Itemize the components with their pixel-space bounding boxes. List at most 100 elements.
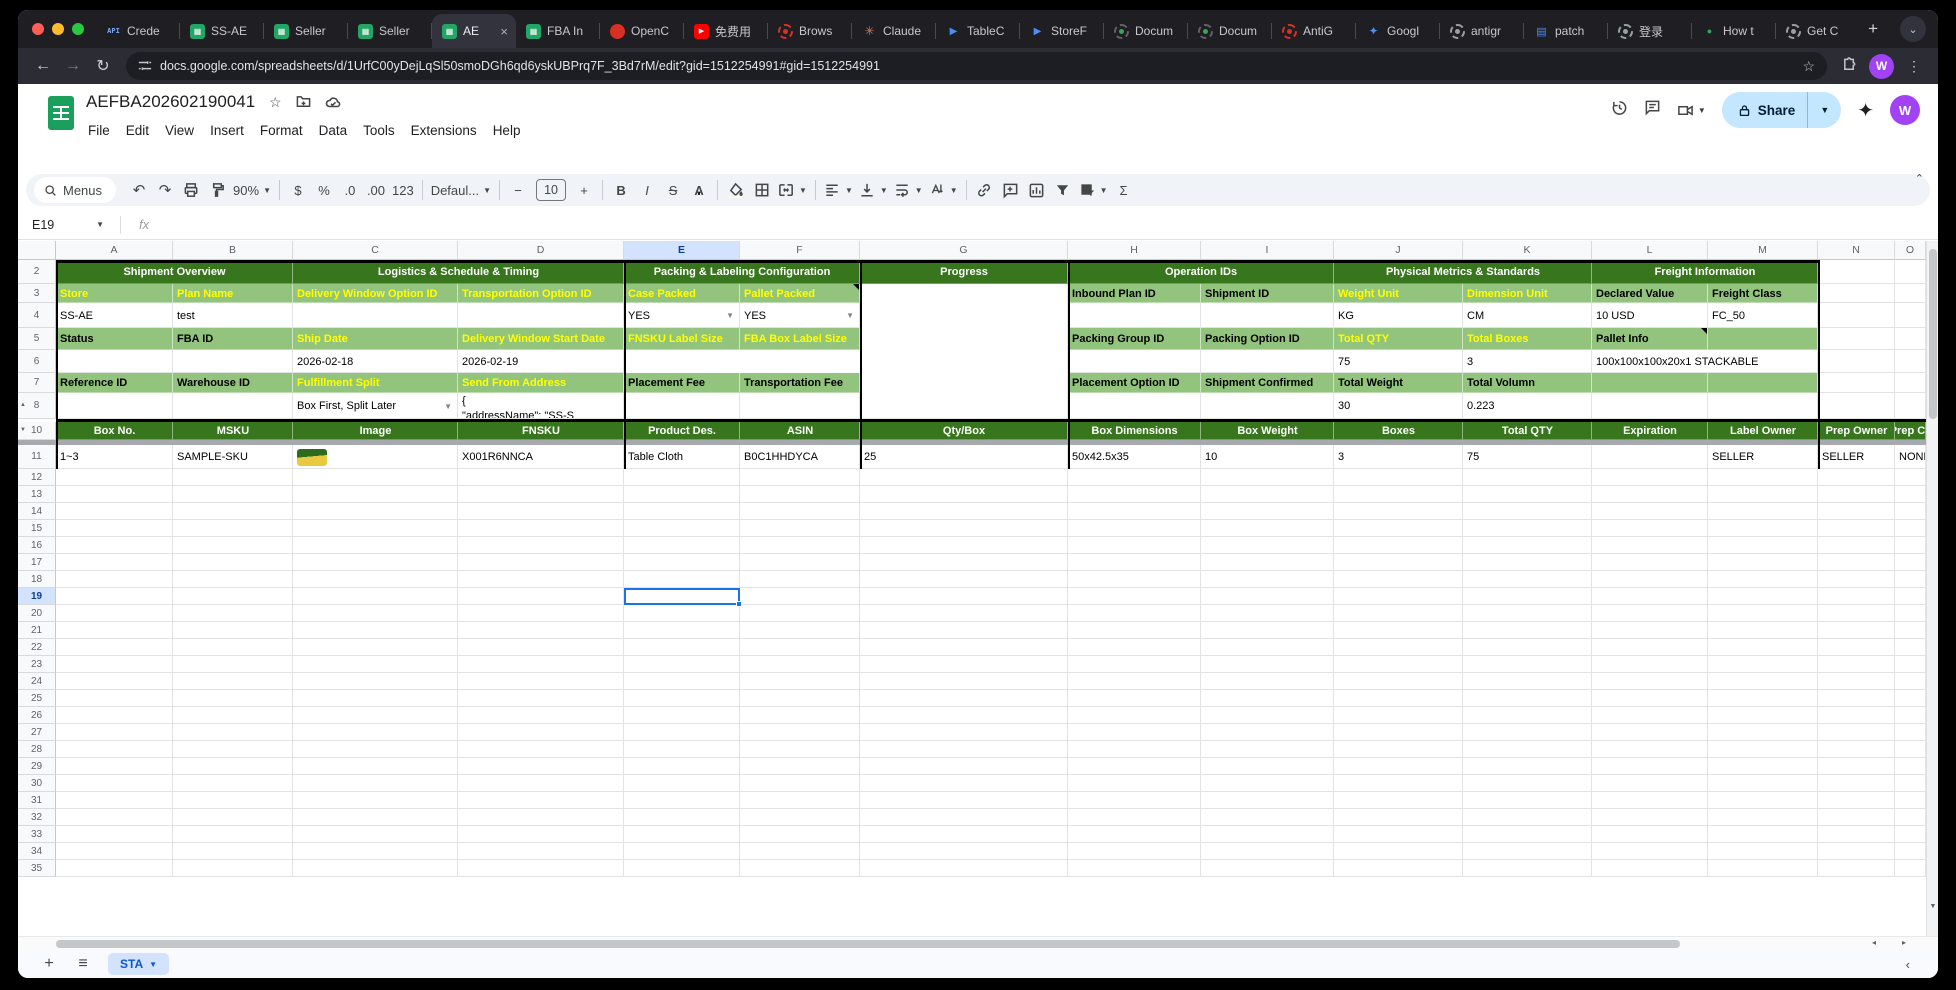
cell-G18[interactable]	[860, 571, 1068, 588]
cell-O18[interactable]	[1895, 571, 1926, 588]
cell-A26[interactable]	[56, 707, 173, 724]
browser-tab[interactable]: ✳Claude	[852, 14, 936, 48]
row-header-13[interactable]: 13	[18, 486, 56, 503]
cell-A25[interactable]	[56, 690, 173, 707]
cell-B[interactable]: Warehouse ID	[173, 373, 293, 393]
cell-H27[interactable]	[1068, 724, 1201, 741]
cell-M[interactable]: Label Owner	[1708, 422, 1818, 440]
cell-E28[interactable]	[624, 741, 740, 758]
cell-A16[interactable]	[56, 537, 173, 554]
browser-tab[interactable]: ▦FBA In	[516, 14, 600, 48]
cell-F32[interactable]	[740, 809, 860, 826]
cell-M21[interactable]	[1708, 622, 1818, 639]
cell-E30[interactable]	[624, 775, 740, 792]
menu-tools[interactable]: Tools	[355, 120, 403, 141]
row-header-27[interactable]: 27	[18, 724, 56, 741]
menu-file[interactable]: File	[80, 120, 118, 141]
cell-J13[interactable]	[1334, 486, 1463, 503]
cell-O23[interactable]	[1895, 656, 1926, 673]
bold[interactable]: B	[608, 177, 634, 203]
browser-tab[interactable]: ▶免费用	[684, 14, 768, 48]
cell-O[interactable]	[1895, 393, 1926, 419]
cell-E29[interactable]	[624, 758, 740, 775]
cell-D22[interactable]	[458, 639, 624, 656]
cell-J[interactable]: Physical Metrics & Standards	[1334, 260, 1592, 284]
name-box[interactable]: E19 ▼	[18, 218, 114, 232]
cell-K15[interactable]	[1463, 520, 1592, 537]
cell-F20[interactable]	[740, 605, 860, 622]
cell-A35[interactable]	[56, 860, 173, 877]
column-header-F[interactable]: F	[740, 241, 860, 260]
cell-D12[interactable]	[458, 469, 624, 486]
cell-D35[interactable]	[458, 860, 624, 877]
cell-H23[interactable]	[1068, 656, 1201, 673]
cell-L16[interactable]	[1592, 537, 1708, 554]
cell-E26[interactable]	[624, 707, 740, 724]
cell-L32[interactable]	[1592, 809, 1708, 826]
browser-tab[interactable]: antigr	[1440, 14, 1524, 48]
cell-E[interactable]: Packing & Labeling Configuration	[624, 260, 860, 284]
cell-I17[interactable]	[1201, 554, 1334, 571]
cell-C26[interactable]	[293, 707, 458, 724]
cell-B29[interactable]	[173, 758, 293, 775]
star-document-icon[interactable]: ☆	[269, 94, 282, 113]
cell-I[interactable]: 10	[1201, 445, 1334, 469]
url-text[interactable]: docs.google.com/spreadsheets/d/1UrfC00yD…	[160, 59, 1802, 73]
cell-F19[interactable]	[740, 588, 860, 605]
cell-N34[interactable]	[1818, 843, 1895, 860]
horizontal-scrollbar[interactable]: ◂ ▸	[18, 936, 1938, 950]
cell-O28[interactable]	[1895, 741, 1926, 758]
cell-A[interactable]	[56, 350, 173, 373]
cell-G26[interactable]	[860, 707, 1068, 724]
cell-A17[interactable]	[56, 554, 173, 571]
cell-L[interactable]	[1592, 373, 1708, 393]
cell-D17[interactable]	[458, 554, 624, 571]
cell-I[interactable]	[1201, 350, 1334, 373]
cell-M32[interactable]	[1708, 809, 1818, 826]
cell-H19[interactable]	[1068, 588, 1201, 605]
cell-F22[interactable]	[740, 639, 860, 656]
cell-A27[interactable]	[56, 724, 173, 741]
cell-M22[interactable]	[1708, 639, 1818, 656]
cell-O[interactable]	[1895, 303, 1926, 328]
row-group-collapse-icon[interactable]: ▲	[20, 402, 26, 408]
cell-G16[interactable]	[860, 537, 1068, 554]
cell-G30[interactable]	[860, 775, 1068, 792]
cell-L35[interactable]	[1592, 860, 1708, 877]
cell-H28[interactable]	[1068, 741, 1201, 758]
cell-A[interactable]: SS-AE	[56, 303, 173, 328]
cell-N16[interactable]	[1818, 537, 1895, 554]
cell-M30[interactable]	[1708, 775, 1818, 792]
cell-O16[interactable]	[1895, 537, 1926, 554]
column-header-O[interactable]: O	[1895, 241, 1926, 260]
cell-J30[interactable]	[1334, 775, 1463, 792]
cell-A[interactable]: Reference ID	[56, 373, 173, 393]
cell-K[interactable]: CM	[1463, 303, 1592, 328]
cell-J12[interactable]	[1334, 469, 1463, 486]
cell-D[interactable]: Transportation Option ID	[458, 284, 624, 303]
cell-O25[interactable]	[1895, 690, 1926, 707]
column-header-C[interactable]: C	[293, 241, 458, 260]
cell-C[interactable]: 2026-02-18	[293, 350, 458, 373]
cell-J27[interactable]	[1334, 724, 1463, 741]
cell-F[interactable]: Transportation Fee	[740, 373, 860, 393]
cell-N[interactable]	[1818, 393, 1895, 419]
cell-D28[interactable]	[458, 741, 624, 758]
cell-O19[interactable]	[1895, 588, 1926, 605]
row-header-26[interactable]: 26	[18, 707, 56, 724]
cell-N[interactable]	[1818, 284, 1895, 303]
cell-I[interactable]	[1201, 393, 1334, 419]
cell-B[interactable]: Plan Name	[173, 284, 293, 303]
browser-tab[interactable]: Docum	[1104, 14, 1188, 48]
cell-O15[interactable]	[1895, 520, 1926, 537]
browser-tab[interactable]: Docum	[1188, 14, 1272, 48]
cell-H26[interactable]	[1068, 707, 1201, 724]
row-header-17[interactable]: 17	[18, 554, 56, 571]
cell-D21[interactable]	[458, 622, 624, 639]
cell-L[interactable]	[1592, 445, 1708, 469]
cell-N29[interactable]	[1818, 758, 1895, 775]
cell-I16[interactable]	[1201, 537, 1334, 554]
cell-I26[interactable]	[1201, 707, 1334, 724]
cell-N25[interactable]	[1818, 690, 1895, 707]
cell-N12[interactable]	[1818, 469, 1895, 486]
